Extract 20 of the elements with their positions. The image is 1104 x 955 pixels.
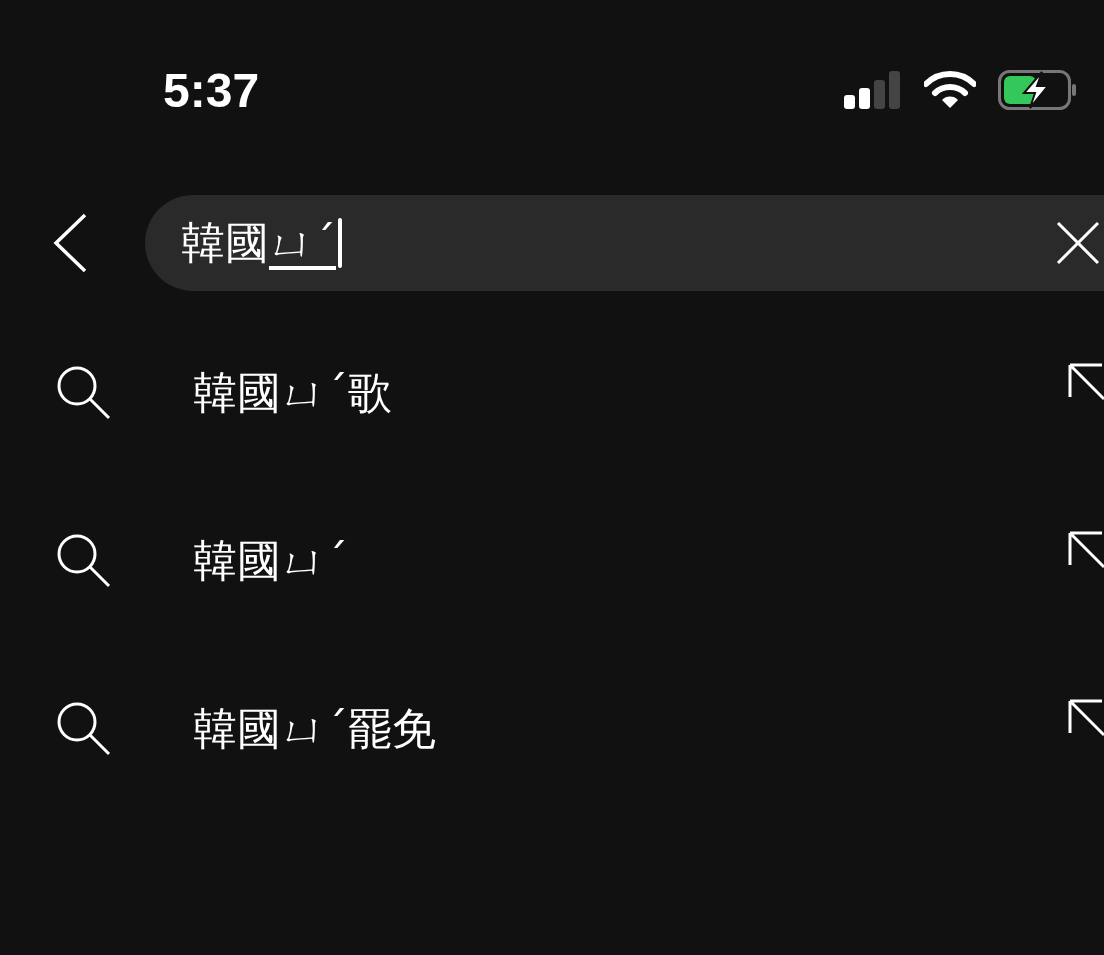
- search-field[interactable]: 韓國 ㄩˊ: [145, 195, 1104, 291]
- battery-charging-icon: [998, 70, 1076, 110]
- suggestion-item[interactable]: 韓國ㄩˊ罷免: [193, 699, 1068, 759]
- clock-time: 5:37: [163, 62, 261, 118]
- arrow-up-left-icon[interactable]: [1068, 363, 1104, 403]
- clear-button[interactable]: [1056, 221, 1100, 265]
- suggestion-item[interactable]: 韓國ㄩˊ: [193, 531, 1068, 591]
- arrow-up-left-icon[interactable]: [1068, 531, 1104, 571]
- signal-icon: [844, 71, 902, 109]
- chevron-left-icon: [52, 213, 88, 273]
- search-icon: [56, 365, 112, 421]
- close-icon: [1056, 221, 1100, 265]
- arrow-up-left-icon[interactable]: [1068, 699, 1104, 739]
- suggestion-item[interactable]: 韓國ㄩˊ歌: [193, 363, 1068, 423]
- search-text: 韓國: [181, 215, 269, 270]
- text-cursor: [338, 218, 342, 268]
- search-icon: [56, 701, 112, 757]
- composing-text: ㄩˊ: [269, 215, 336, 270]
- search-icon: [56, 533, 112, 589]
- wifi-icon: [924, 71, 976, 109]
